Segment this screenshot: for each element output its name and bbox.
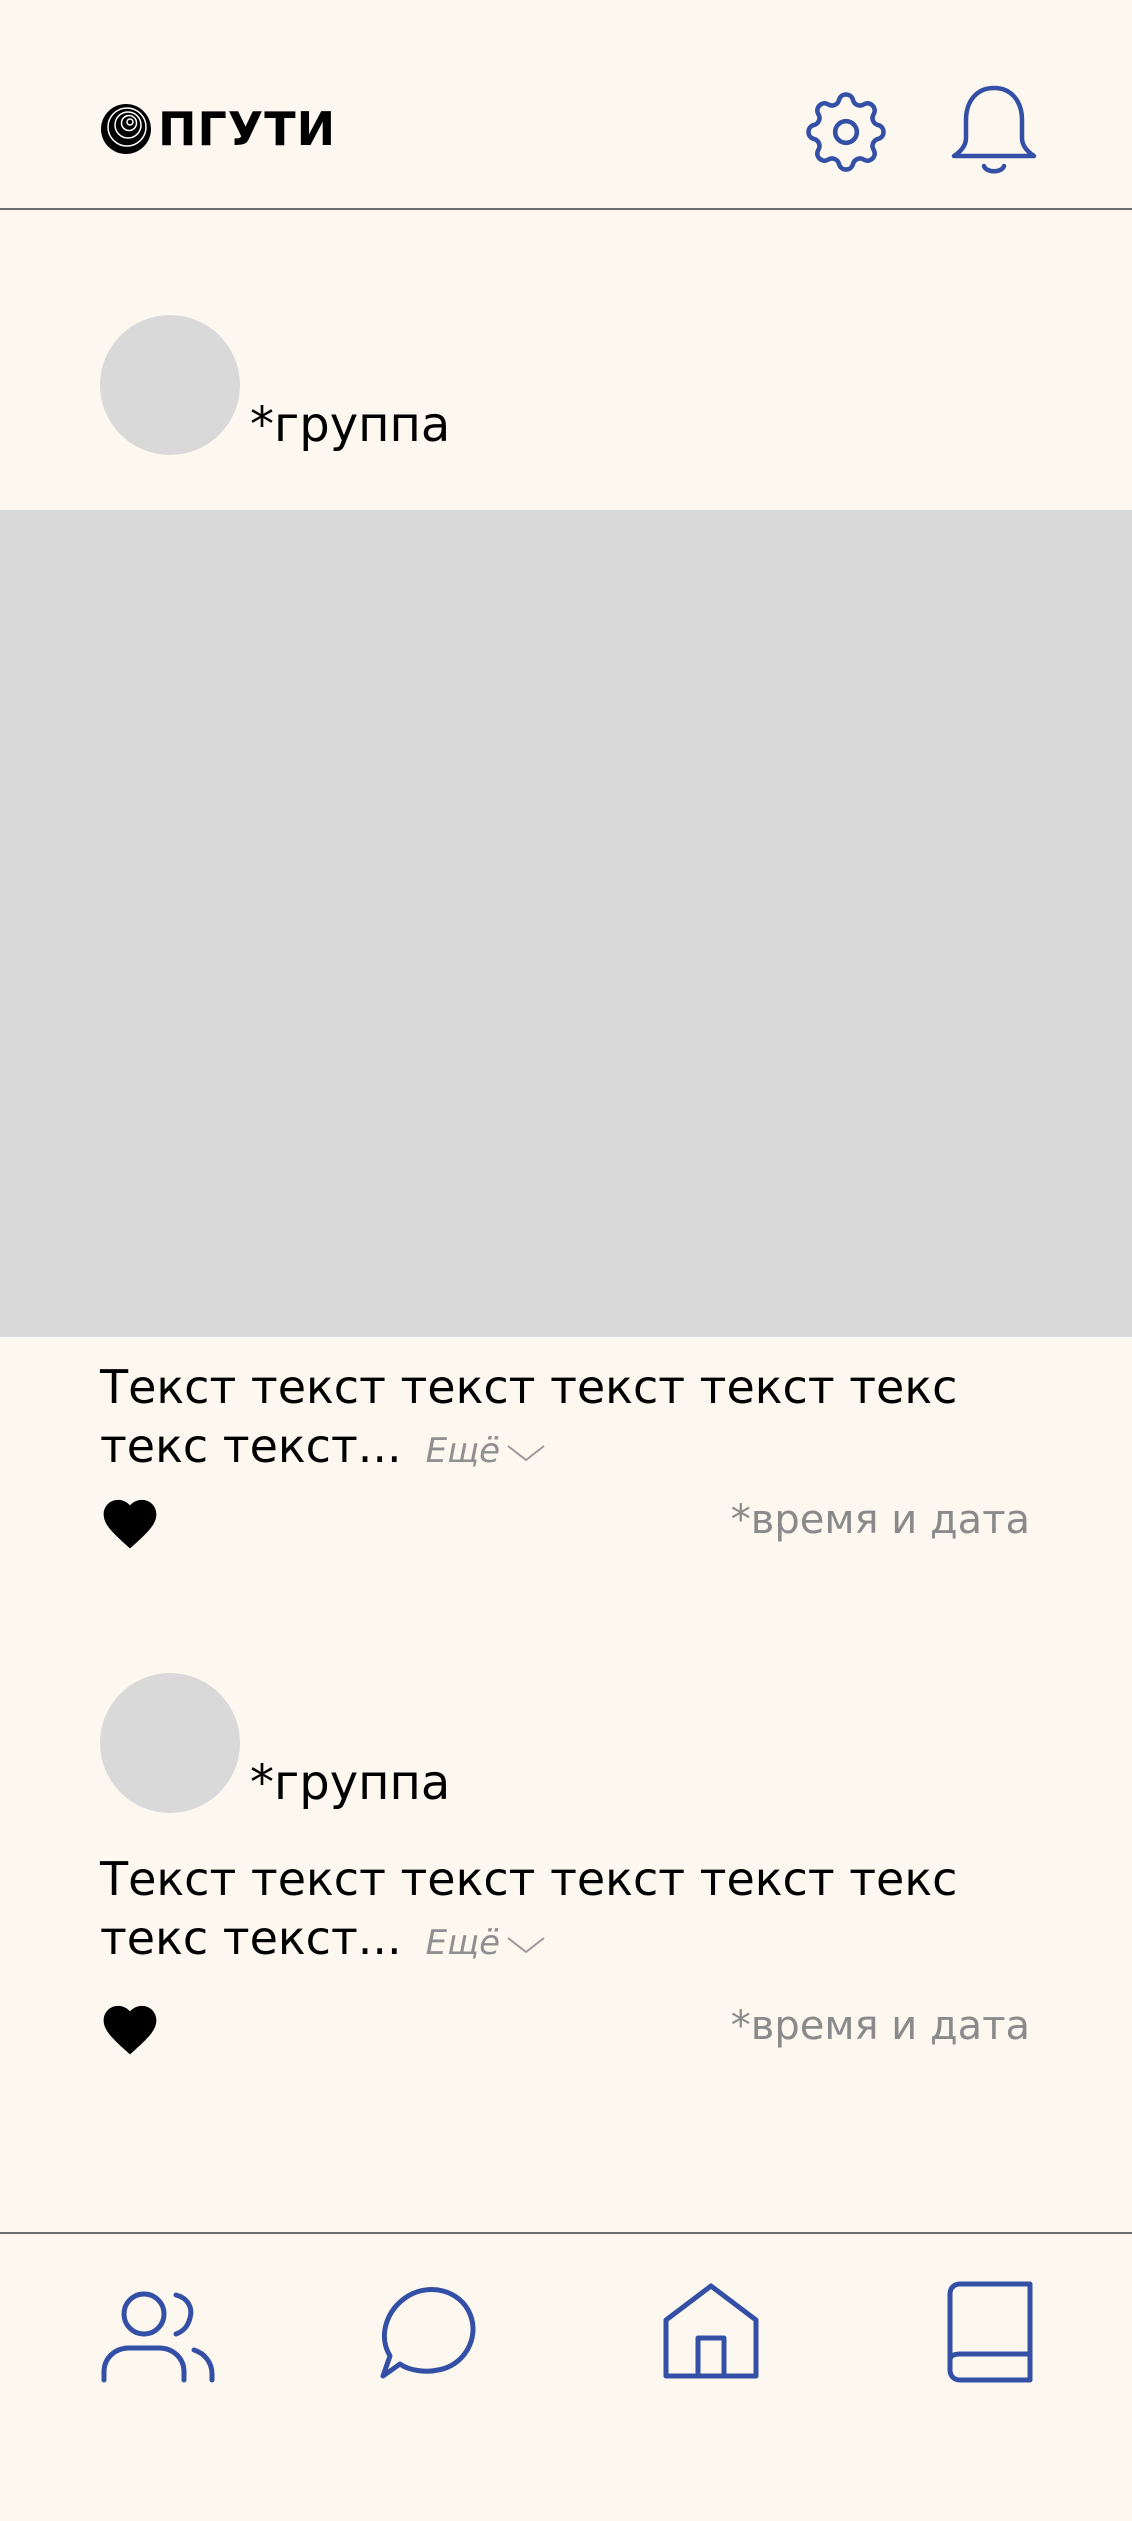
post-time: *время и дата	[730, 1497, 1030, 1543]
users-icon	[101, 2291, 215, 2383]
bell-icon	[951, 85, 1037, 174]
notifications-button[interactable]	[948, 80, 1040, 180]
chevron-down-icon	[507, 1936, 545, 1953]
chevron-down-icon	[507, 1444, 545, 1461]
post-time: *время и дата	[730, 2003, 1030, 2049]
heart-icon	[103, 1499, 157, 1549]
post-header: *группа	[100, 1673, 450, 1813]
nav-users-button[interactable]	[100, 2284, 218, 2391]
like-button[interactable]	[98, 1998, 162, 2056]
group-avatar[interactable]	[100, 1673, 240, 1813]
nav-chat-button[interactable]	[378, 2284, 476, 2385]
settings-button[interactable]	[796, 82, 896, 182]
group-name[interactable]: *группа	[250, 397, 450, 453]
more-link[interactable]: Ещё	[426, 1923, 546, 1963]
home-icon	[663, 2283, 759, 2379]
chat-icon	[380, 2287, 476, 2379]
heart-icon	[103, 2005, 157, 2055]
bottom-navigation	[0, 2232, 1132, 2521]
post-text: Текст текст текст текст текст текс текс …	[100, 1850, 1060, 1973]
top-header: ПГУТИ	[0, 0, 1132, 210]
post-text: Текст текст текст текст текст текс текс …	[100, 1358, 1060, 1481]
like-button[interactable]	[98, 1492, 162, 1550]
book-icon	[947, 2281, 1033, 2383]
group-name[interactable]: *группа	[250, 1755, 450, 1811]
nav-home-button[interactable]	[662, 2282, 760, 2385]
logo-text: ПГУТИ	[158, 102, 337, 156]
logo-icon	[101, 104, 151, 154]
post-header: *группа	[100, 315, 450, 455]
group-avatar[interactable]	[100, 315, 240, 455]
post-image	[0, 510, 1132, 1337]
gear-icon	[806, 92, 886, 172]
more-label: Ещё	[425, 1431, 501, 1471]
more-link[interactable]: Ещё	[426, 1431, 546, 1471]
more-label: Ещё	[425, 1923, 501, 1963]
app-logo: ПГУТИ	[100, 103, 336, 155]
nav-book-button[interactable]	[946, 2280, 1034, 2387]
